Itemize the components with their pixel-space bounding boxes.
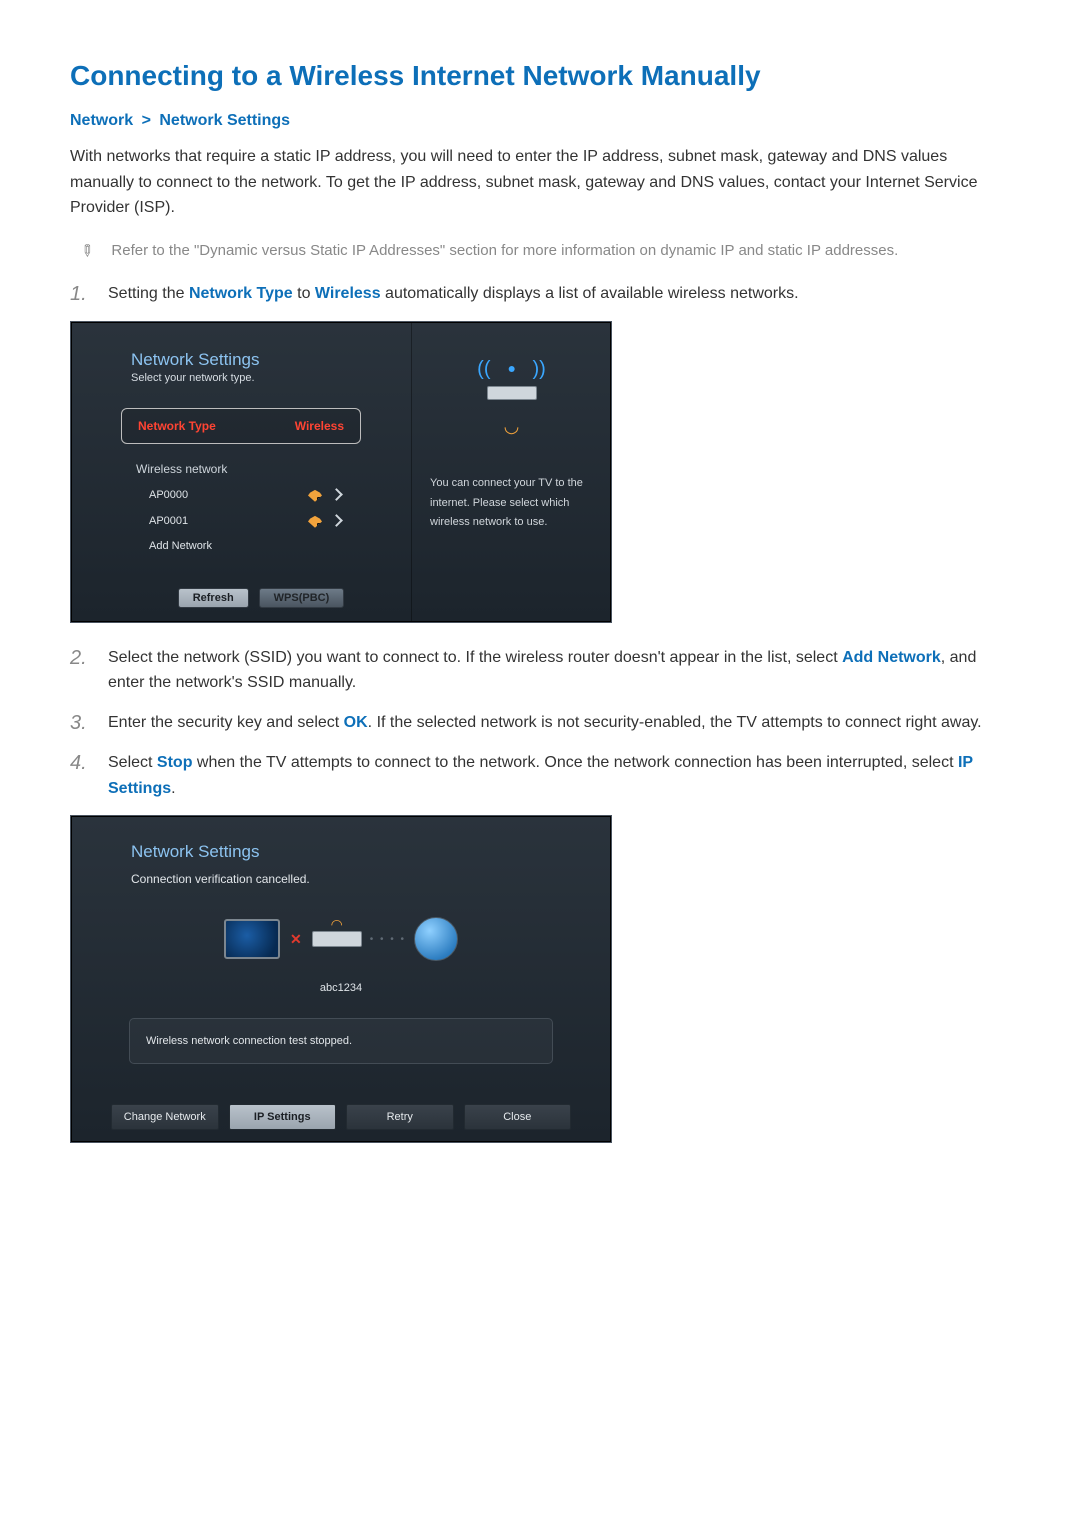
stopped-message: Wireless network connection test stopped… [146, 1035, 352, 1047]
step-3: Enter the security key and select OK. If… [108, 710, 982, 736]
wireless-section-label: Wireless network [71, 444, 401, 482]
kw-ok: OK [344, 714, 368, 731]
ip-settings-button[interactable]: IP Settings [229, 1104, 337, 1130]
step-4: Select Stop when the TV attempts to conn… [108, 750, 1010, 801]
connection-diagram: ✕ ◠ • • • • [211, 904, 471, 974]
dots-icon: • • • • [370, 934, 406, 945]
close-button[interactable]: Close [464, 1104, 572, 1130]
failed-x-icon: ✕ [290, 931, 302, 948]
wifi-item-ap0001[interactable]: AP0001 [71, 508, 401, 534]
status-text: Connection verification cancelled. [71, 862, 611, 904]
page-title: Connecting to a Wireless Internet Networ… [70, 60, 1010, 92]
panel-title: Network Settings [71, 350, 401, 370]
refresh-button[interactable]: Refresh [178, 588, 249, 608]
step-2: Select the network (SSID) you want to co… [108, 645, 1010, 696]
wifi-waves-icon: (()) [477, 358, 546, 381]
wps-pbc-button[interactable]: WPS(PBC) [259, 588, 345, 608]
breadcrumb-sep: > [138, 112, 155, 129]
network-type-value: Wireless [295, 419, 344, 433]
retry-button[interactable]: Retry [346, 1104, 454, 1130]
wifi-locked-icon [308, 514, 322, 528]
change-network-button[interactable]: Change Network [111, 1104, 219, 1130]
wifi-item-ap0000[interactable]: AP0000 [71, 482, 401, 508]
step-number-3: 3. [70, 710, 88, 736]
panel-title-2: Network Settings [71, 842, 611, 862]
network-type-label: Network Type [138, 419, 216, 433]
step-number-1: 1. [70, 281, 88, 307]
wifi-name: AP0001 [149, 515, 308, 527]
router-icon [487, 386, 537, 400]
router-icon: ◠ [312, 931, 362, 947]
screenshot-network-list: Network Settings Select your network typ… [70, 321, 612, 623]
breadcrumb-a: Network [70, 112, 133, 129]
tv-with-wifi-icon: ◡ [504, 416, 520, 437]
globe-icon [414, 917, 458, 961]
intro-paragraph: With networks that require a static IP a… [70, 144, 1010, 221]
wifi-item-add-network[interactable]: Add Network [71, 534, 401, 558]
pencil-icon: ✎ [75, 239, 99, 263]
wifi-locked-icon [308, 488, 322, 502]
connection-graphic: (()) ◡ [452, 358, 572, 448]
step-number-2: 2. [70, 645, 88, 671]
chevron-right-icon [330, 514, 343, 527]
note-text: Refer to the "Dynamic versus Static IP A… [111, 239, 898, 263]
router-name-label: abc1234 [71, 982, 611, 994]
breadcrumb: Network > Network Settings [70, 112, 1010, 130]
step-1: Setting the Network Type to Wireless aut… [108, 281, 799, 307]
kw-wireless: Wireless [315, 285, 381, 302]
wifi-name: AP0000 [149, 489, 308, 501]
step-1-text: Setting the [108, 285, 189, 302]
stopped-message-box: Wireless network connection test stopped… [129, 1018, 553, 1064]
kw-add-network: Add Network [842, 649, 941, 666]
panel-subtitle: Select your network type. [71, 370, 401, 398]
chevron-right-icon [330, 488, 343, 501]
screenshot-connection-cancelled: Network Settings Connection verification… [70, 815, 612, 1143]
hint-text: You can connect your TV to the internet.… [430, 474, 593, 533]
wifi-icon: ◠ [331, 916, 343, 933]
kw-stop: Stop [157, 754, 193, 771]
breadcrumb-b: Network Settings [159, 112, 290, 129]
kw-network-type: Network Type [189, 285, 293, 302]
tv-icon [224, 919, 280, 959]
network-type-selector[interactable]: Network Type Wireless [121, 408, 361, 444]
step-number-4: 4. [70, 750, 88, 776]
wifi-name: Add Network [149, 540, 341, 552]
